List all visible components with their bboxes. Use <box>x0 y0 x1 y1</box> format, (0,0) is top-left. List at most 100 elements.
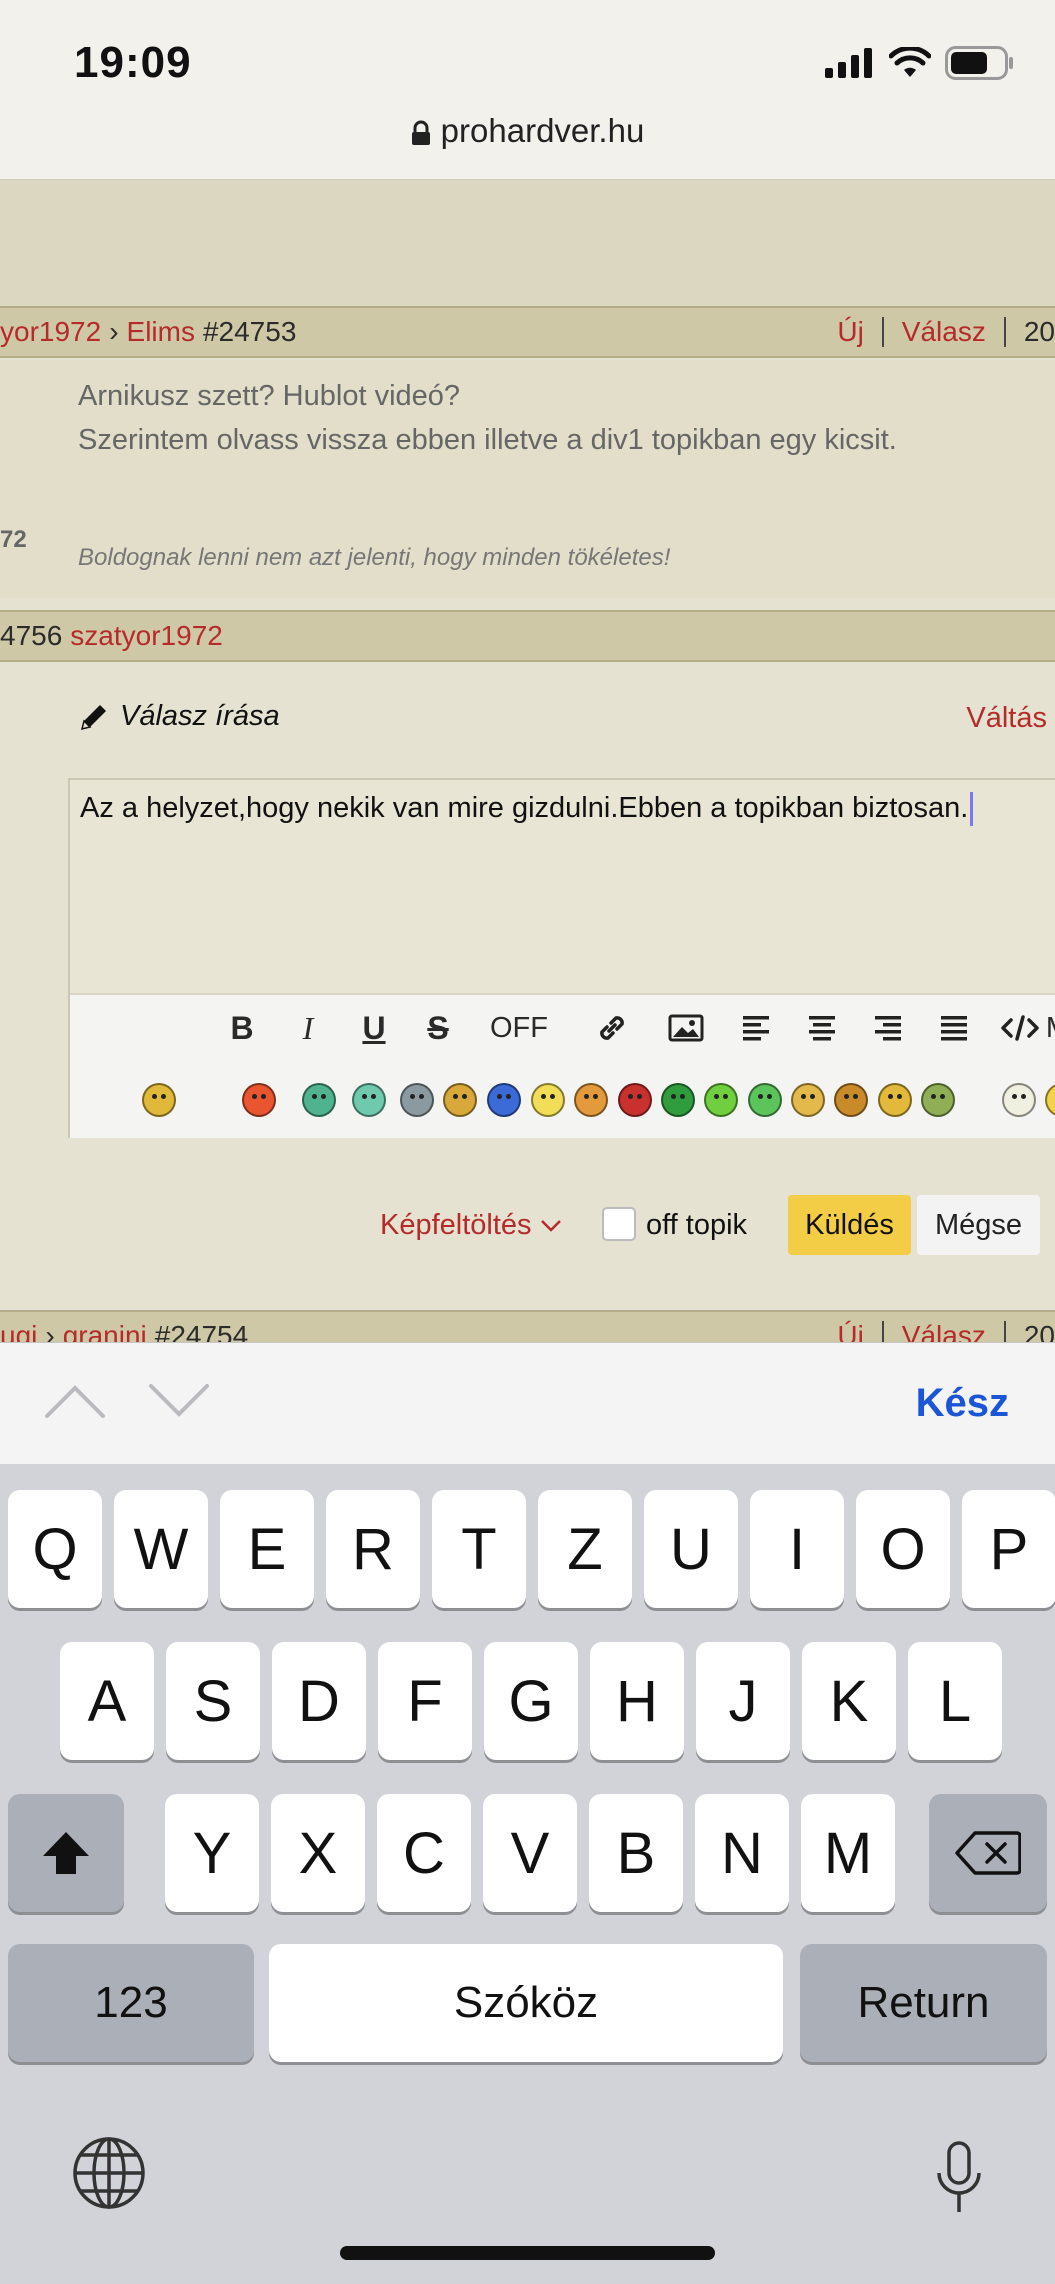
reply-title: Válasz írása <box>78 700 280 733</box>
key-o[interactable]: O <box>856 1490 950 1608</box>
underline-button[interactable]: U <box>354 1005 394 1051</box>
post-number[interactable]: #24753 <box>203 316 296 348</box>
keyboard-accessory-bar: Kész <box>0 1342 1055 1464</box>
smiley-icon[interactable] <box>661 1083 695 1117</box>
key-j[interactable]: J <box>696 1642 790 1760</box>
key-k[interactable]: K <box>802 1642 896 1760</box>
signal-icon <box>825 48 872 78</box>
shift-key[interactable] <box>8 1794 124 1912</box>
off-button[interactable]: OFF <box>474 1005 564 1051</box>
align-left-icon[interactable] <box>734 1005 778 1051</box>
reply-link[interactable]: Válasz <box>902 316 986 348</box>
smiley-icon[interactable] <box>704 1083 738 1117</box>
chevron-down-icon[interactable] <box>148 1383 210 1419</box>
smiley-icon[interactable] <box>400 1083 434 1117</box>
key-b[interactable]: B <box>589 1794 683 1912</box>
key-p[interactable]: P <box>962 1490 1055 1608</box>
toolbar-buttons: B I U S OFF <box>70 995 1055 1065</box>
web-content: yor1972 › Elims #24753 Új Válasz 20 Arni… <box>0 180 1055 1342</box>
key-x[interactable]: X <box>271 1794 365 1912</box>
return-key[interactable]: Return <box>800 1944 1047 2062</box>
key-v[interactable]: V <box>483 1794 577 1912</box>
reply-link[interactable]: Válasz <box>902 1320 986 1342</box>
done-button[interactable]: Kész <box>916 1381 1009 1426</box>
align-center-icon[interactable] <box>800 1005 844 1051</box>
reply-textarea[interactable]: Az a helyzet,hogy nekik van mire gizduln… <box>80 792 974 827</box>
key-r[interactable]: R <box>326 1490 420 1608</box>
align-justify-icon[interactable] <box>932 1005 976 1051</box>
key-e[interactable]: E <box>220 1490 314 1608</box>
new-link[interactable]: Új <box>837 316 863 348</box>
post-author-link[interactable]: yor1972 <box>0 316 101 348</box>
smiley-icon[interactable] <box>618 1083 652 1117</box>
smiley-icon[interactable] <box>443 1083 477 1117</box>
image-icon[interactable] <box>662 1005 710 1051</box>
post-number[interactable]: #24754 <box>155 1320 248 1342</box>
smiley-icon[interactable] <box>791 1083 825 1117</box>
key-l[interactable]: L <box>908 1642 1002 1760</box>
shift-icon <box>43 1832 89 1874</box>
url-text: prohardver.hu <box>440 112 645 149</box>
key-n[interactable]: N <box>695 1794 789 1912</box>
key-a[interactable]: A <box>60 1642 154 1760</box>
post-header-24754: ugi › granini #24754 Új Válasz 20 <box>0 1310 1055 1342</box>
key-f[interactable]: F <box>378 1642 472 1760</box>
cancel-button[interactable]: Mégse <box>917 1195 1040 1255</box>
key-y[interactable]: Y <box>165 1794 259 1912</box>
smiley-icon[interactable] <box>748 1083 782 1117</box>
smiley-icon[interactable] <box>242 1083 276 1117</box>
send-button[interactable]: Küldés <box>788 1195 911 1255</box>
key-z[interactable]: Z <box>538 1490 632 1608</box>
key-m[interactable]: M <box>801 1794 895 1912</box>
backspace-key[interactable] <box>929 1794 1047 1912</box>
key-q[interactable]: Q <box>8 1490 102 1608</box>
globe-icon[interactable] <box>72 2136 146 2210</box>
switch-editor-link[interactable]: Váltás <box>966 702 1047 735</box>
reply-to-link[interactable]: granini <box>63 1320 147 1342</box>
numbers-key[interactable]: 123 <box>8 1944 254 2062</box>
post-text-line: Arnikusz szett? Hublot videó? <box>78 380 461 412</box>
new-link[interactable]: Új <box>837 1320 863 1342</box>
smiley-icon[interactable] <box>352 1083 386 1117</box>
address-bar[interactable]: prohardver.hu <box>0 112 1055 150</box>
key-d[interactable]: D <box>272 1642 366 1760</box>
smiley-icon[interactable] <box>1002 1083 1036 1117</box>
reply-to-link[interactable]: Elims <box>127 316 195 348</box>
smiley-icon[interactable] <box>1045 1083 1055 1117</box>
key-c[interactable]: C <box>377 1794 471 1912</box>
key-t[interactable]: T <box>432 1490 526 1608</box>
smiley-icon[interactable] <box>574 1083 608 1117</box>
smiley-icon[interactable] <box>834 1083 868 1117</box>
post-author-link[interactable]: szatyor1972 <box>70 620 223 652</box>
smiley-icon[interactable] <box>531 1083 565 1117</box>
post-author-link[interactable]: ugi <box>0 1320 37 1342</box>
microphone-icon[interactable] <box>934 2140 984 2216</box>
smiley-icon[interactable] <box>921 1083 955 1117</box>
image-upload-dropdown[interactable]: Képfeltöltés <box>380 1209 562 1242</box>
key-u[interactable]: U <box>644 1490 738 1608</box>
chevron-down-icon <box>540 1219 561 1232</box>
key-h[interactable]: H <box>590 1642 684 1760</box>
key-g[interactable]: G <box>484 1642 578 1760</box>
smiley-icon[interactable] <box>142 1083 176 1117</box>
space-key[interactable]: Szóköz <box>269 1944 783 2062</box>
smiley-icon[interactable] <box>487 1083 521 1117</box>
offtopic-checkbox[interactable] <box>602 1207 636 1241</box>
italic-button[interactable]: I <box>288 1005 328 1051</box>
smiley-icon[interactable] <box>878 1083 912 1117</box>
status-time: 19:09 <box>74 38 192 87</box>
more-button[interactable]: M <box>1026 1005 1055 1051</box>
reply-editor[interactable]: Az a helyzet,hogy nekik van mire gizduln… <box>68 778 1055 1138</box>
align-right-icon[interactable] <box>866 1005 910 1051</box>
chevron-up-icon[interactable] <box>44 1383 106 1419</box>
key-s[interactable]: S <box>166 1642 260 1760</box>
link-icon[interactable] <box>590 1005 634 1051</box>
key-i[interactable]: I <box>750 1490 844 1608</box>
reply-text: Az a helyzet,hogy nekik van mire gizduln… <box>80 792 969 824</box>
reply-actions: Képfeltöltés off topik Küldés Mégse <box>0 1195 1055 1265</box>
post-number[interactable]: 4756 <box>0 620 62 652</box>
key-w[interactable]: W <box>114 1490 208 1608</box>
strikethrough-button[interactable]: S <box>418 1005 458 1051</box>
smiley-icon[interactable] <box>302 1083 336 1117</box>
bold-button[interactable]: B <box>222 1005 262 1051</box>
